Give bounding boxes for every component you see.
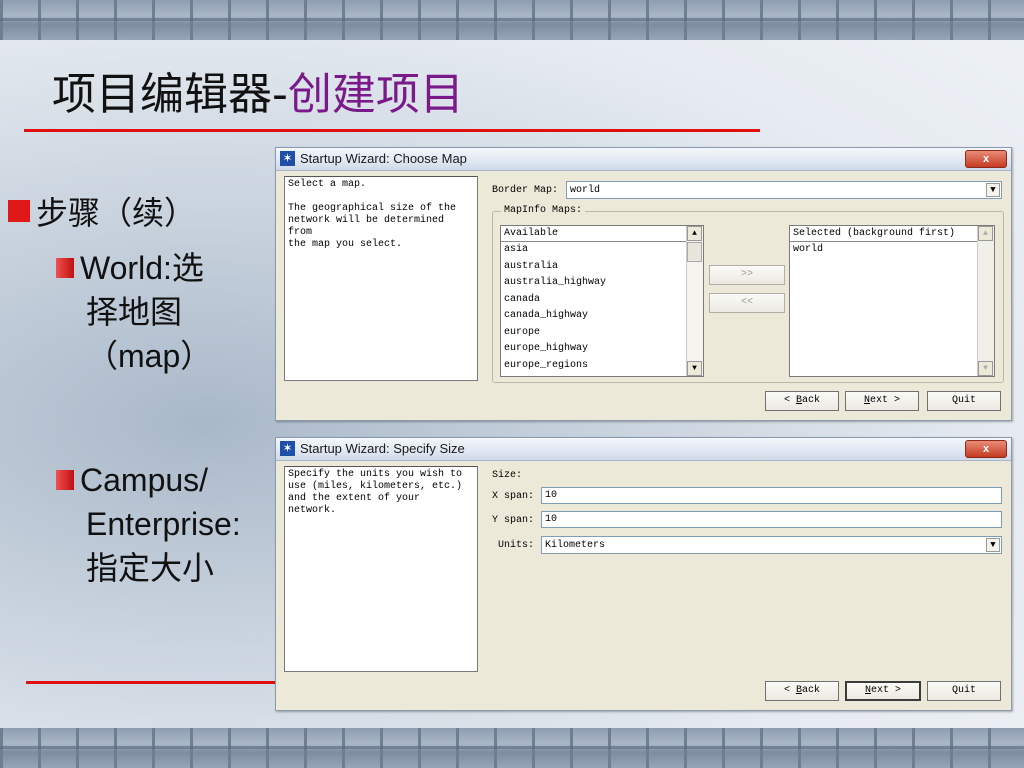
slide-title-accent: 创建项目 bbox=[287, 69, 464, 120]
available-maps-list[interactable]: Available asia australia australia_highw… bbox=[500, 225, 704, 377]
bottom-wall-banner bbox=[0, 728, 1024, 768]
specify-size-titlebar[interactable]: ✶ Startup Wizard: Specify Size x bbox=[276, 438, 1011, 461]
list-item[interactable]: europe_regions bbox=[501, 358, 703, 375]
list-item[interactable]: canada bbox=[501, 292, 703, 309]
scroll-up-icon[interactable]: ▲ bbox=[978, 226, 993, 241]
top-wall-banner bbox=[0, 0, 1024, 40]
yspan-label: Y span: bbox=[492, 515, 535, 526]
quit-button[interactable]: Quit bbox=[927, 681, 1001, 701]
bullet-square-icon bbox=[8, 200, 30, 222]
wizard-app-icon: ✶ bbox=[280, 441, 295, 456]
window-title: Startup Wizard: Specify Size bbox=[300, 441, 465, 456]
title-underline bbox=[24, 129, 760, 132]
available-header: Available bbox=[501, 226, 703, 242]
border-map-label: Border Map: bbox=[492, 185, 559, 196]
remove-map-button[interactable]: << bbox=[709, 293, 785, 313]
sub-bullet-icon bbox=[56, 258, 74, 278]
chevron-down-icon[interactable]: ▼ bbox=[986, 183, 1000, 197]
add-map-button[interactable]: >> bbox=[709, 265, 785, 285]
next-button[interactable]: Next > bbox=[845, 681, 921, 701]
selected-maps-list[interactable]: Selected (background first) world ▲ ▼ bbox=[789, 225, 995, 377]
list-item[interactable]: europe bbox=[501, 325, 703, 342]
window-title: Startup Wizard: Choose Map bbox=[300, 151, 467, 166]
scroll-thumb[interactable] bbox=[687, 242, 702, 262]
back-button[interactable]: < Back bbox=[765, 681, 839, 701]
xspan-label: X span: bbox=[492, 491, 535, 502]
bullet-world: World:选 择地图 （map） bbox=[56, 246, 212, 378]
border-map-select[interactable]: world ▼ bbox=[566, 181, 1002, 199]
selected-header: Selected (background first) bbox=[790, 226, 994, 242]
size-label: Size: bbox=[492, 470, 523, 481]
scroll-down-icon[interactable]: ▼ bbox=[687, 361, 702, 376]
choose-map-titlebar[interactable]: ✶ Startup Wizard: Choose Map x bbox=[276, 148, 1011, 171]
list-item[interactable]: asia bbox=[501, 242, 703, 259]
wizard-app-icon: ✶ bbox=[280, 151, 295, 166]
list-item[interactable]: europe_highway bbox=[501, 341, 703, 358]
map-description: Select a map. The geographical size of t… bbox=[284, 176, 478, 381]
xspan-input[interactable]: 10 bbox=[541, 487, 1002, 504]
scroll-down-icon[interactable]: ▼ bbox=[978, 361, 993, 376]
slide-title: 项目编辑器-创建项目 bbox=[52, 69, 464, 120]
bullet-steps: 步骤（续） bbox=[8, 188, 196, 234]
yspan-input[interactable]: 10 bbox=[541, 511, 1002, 528]
sub-bullet-icon bbox=[56, 470, 74, 490]
chevron-down-icon[interactable]: ▼ bbox=[986, 538, 1000, 552]
units-select[interactable]: Kilometers ▼ bbox=[541, 536, 1002, 554]
close-button[interactable]: x bbox=[965, 440, 1007, 458]
size-description: Specify the units you wish to use (miles… bbox=[284, 466, 478, 672]
back-button[interactable]: < Back bbox=[765, 391, 839, 411]
specify-size-window: ✶ Startup Wizard: Specify Size x Specify… bbox=[275, 437, 1012, 711]
list-item[interactable]: world bbox=[790, 242, 994, 259]
close-button[interactable]: x bbox=[965, 150, 1007, 168]
list-item[interactable]: australia bbox=[501, 259, 703, 276]
available-scrollbar[interactable]: ▲ ▼ bbox=[686, 226, 703, 376]
list-item[interactable]: australia_highway bbox=[501, 275, 703, 292]
choose-map-window: ✶ Startup Wizard: Choose Map x Select a … bbox=[275, 147, 1012, 421]
next-button[interactable]: Next > bbox=[845, 391, 919, 411]
selected-scrollbar[interactable]: ▲ ▼ bbox=[977, 226, 994, 376]
list-item[interactable]: canada_highway bbox=[501, 308, 703, 325]
scroll-up-icon[interactable]: ▲ bbox=[687, 226, 702, 241]
bullet-campus: Campus/ Enterprise: 指定大小 bbox=[56, 458, 241, 590]
units-label: Units: bbox=[498, 540, 535, 551]
bottom-rule bbox=[26, 681, 276, 684]
quit-button[interactable]: Quit bbox=[927, 391, 1001, 411]
